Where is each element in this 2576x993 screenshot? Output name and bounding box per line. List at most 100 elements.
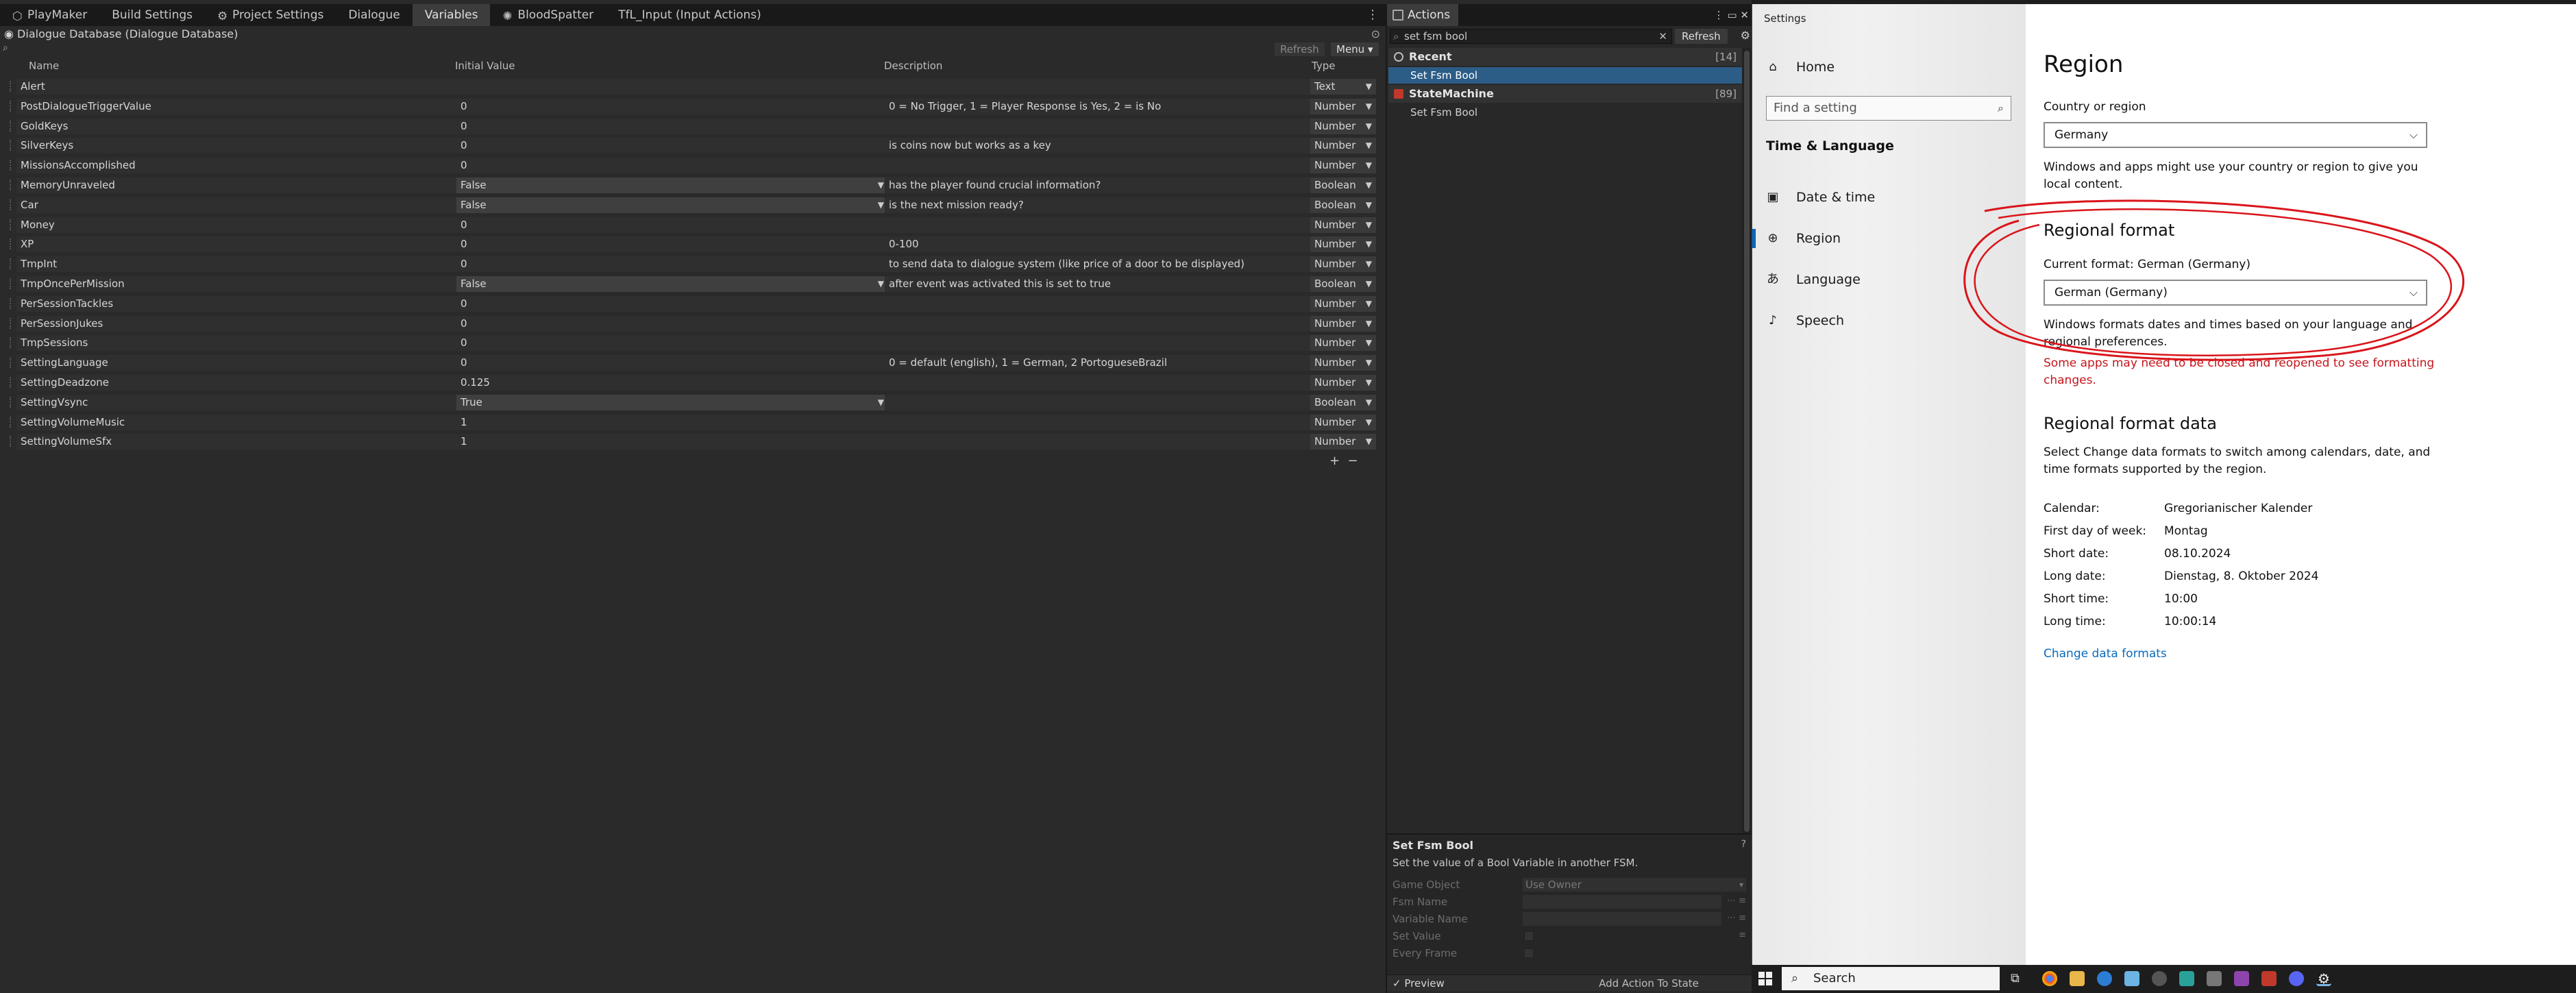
drag-handle-icon[interactable]	[10, 278, 15, 289]
scroll-thumb[interactable]	[1744, 51, 1750, 832]
drag-handle-icon[interactable]	[10, 179, 15, 191]
search-icon[interactable]: ⌕	[3, 42, 8, 53]
drag-handle-icon[interactable]	[10, 219, 15, 230]
field-options-icon[interactable]: ⋯ ≡	[1727, 913, 1746, 923]
fsm-name-input[interactable]	[1523, 895, 1721, 909]
action-list-scrollbar[interactable]	[1742, 48, 1752, 836]
variable-name-field[interactable]: SettingLanguage	[16, 355, 459, 371]
edge-icon[interactable]	[2097, 971, 2112, 986]
type-select[interactable]: Number ▼	[1310, 256, 1376, 273]
country-select[interactable]: Germany ⌵	[2044, 122, 2427, 148]
variable-name-field[interactable]: PerSessionJukes	[16, 315, 459, 332]
variable-name-field[interactable]: PostDialogueTriggerValue	[16, 98, 459, 114]
variable-name-field[interactable]: MemoryUnraveled	[16, 177, 459, 193]
drag-handle-icon[interactable]	[10, 81, 15, 92]
initial-value-field[interactable]: 0	[456, 295, 888, 312]
settings-gear-icon[interactable]: ⚙	[2316, 971, 2331, 986]
drag-handle-icon[interactable]	[10, 199, 15, 210]
nav-home[interactable]: ⌂ Home	[1752, 51, 2026, 84]
action-item-set-fsm-bool-recent[interactable]: Set Fsm Bool	[1388, 67, 1742, 84]
initial-value-field[interactable]: 0.125	[456, 374, 888, 391]
app-icon[interactable]	[2261, 971, 2277, 986]
app-icon[interactable]	[2124, 971, 2139, 986]
every-frame-checkbox[interactable]	[1524, 948, 1534, 958]
initial-value-field[interactable]: False ▼	[456, 177, 888, 193]
gear-icon[interactable]: ⚙	[1741, 29, 1750, 42]
drag-handle-icon[interactable]	[10, 160, 15, 171]
type-select[interactable]: Number ▼	[1310, 315, 1376, 332]
variable-name-field[interactable]: GoldKeys	[16, 118, 459, 134]
variable-name-field[interactable]: SilverKeys	[16, 138, 459, 154]
drag-handle-icon[interactable]	[10, 337, 15, 349]
initial-value-field[interactable]: 0	[456, 335, 888, 352]
drag-handle-icon[interactable]	[10, 396, 15, 408]
add-variable-icon[interactable]: +	[1329, 454, 1340, 468]
type-select[interactable]: Number ▼	[1310, 355, 1376, 371]
variable-name-field[interactable]: TmpSessions	[16, 335, 459, 352]
game-object-select[interactable]: Use Owner ▾	[1523, 878, 1746, 892]
type-select[interactable]: Number ▼	[1310, 335, 1376, 352]
drag-handle-icon[interactable]	[10, 120, 15, 132]
refresh-button[interactable]: Refresh	[1275, 42, 1325, 56]
drag-handle-icon[interactable]	[10, 297, 15, 309]
unity-hub-icon[interactable]	[2152, 971, 2167, 986]
table-row[interactable]: Alert Text ▼	[10, 77, 1379, 97]
nav-language[interactable]: あ Language	[1752, 263, 2026, 296]
initial-value-field[interactable]: 0	[456, 217, 888, 233]
action-search-input[interactable]: ⌕ set fsm bool ✕	[1390, 29, 1672, 44]
table-row[interactable]: PerSessionJukes 0 Number ▼	[10, 314, 1379, 334]
type-select[interactable]: Number ▼	[1310, 217, 1376, 233]
description-field[interactable]	[885, 158, 1315, 174]
nav-speech[interactable]: ♪ Speech	[1752, 304, 2026, 337]
set-value-checkbox[interactable]	[1524, 931, 1534, 941]
drag-handle-icon[interactable]	[10, 416, 15, 428]
description-field[interactable]: has the player found crucial information…	[885, 177, 1315, 193]
variable-name-field[interactable]: Money	[16, 217, 459, 233]
type-select[interactable]: Boolean ▼	[1310, 394, 1376, 410]
table-row[interactable]: SilverKeys 0 is coins now but works as a k…	[10, 136, 1379, 156]
description-field[interactable]: 0 = No Trigger, 1 = Player Response is Y…	[885, 98, 1315, 114]
initial-value-field[interactable]: False ▼	[456, 197, 888, 213]
drag-handle-icon[interactable]	[10, 436, 15, 448]
description-field[interactable]	[885, 414, 1315, 430]
initial-value-field[interactable]: True ▼	[456, 394, 888, 410]
variable-name-field[interactable]: SettingVolumeSfx	[16, 434, 459, 450]
description-field[interactable]	[885, 374, 1315, 391]
find-setting-input[interactable]: Find a setting ⌕	[1766, 96, 2011, 121]
description-field[interactable]	[885, 79, 1315, 95]
drag-handle-icon[interactable]	[10, 140, 15, 151]
type-select[interactable]: Boolean ▼	[1310, 197, 1376, 213]
initial-value-field[interactable]: 0	[456, 158, 888, 174]
description-field[interactable]	[885, 335, 1315, 352]
tab-tfl-input[interactable]: TfL_Input (Input Actions)	[606, 4, 774, 26]
description-field[interactable]: to send data to dialogue system (like pr…	[885, 256, 1315, 273]
table-row[interactable]: MissionsAccomplished 0 Number ▼	[10, 156, 1379, 175]
nav-date-time[interactable]: ▣ Date & time	[1752, 181, 2026, 214]
type-select[interactable]: Number ▼	[1310, 295, 1376, 312]
drag-handle-icon[interactable]	[10, 376, 15, 388]
actions-refresh-button[interactable]: Refresh	[1675, 29, 1728, 44]
drag-handle-icon[interactable]	[10, 317, 15, 329]
table-row[interactable]: GoldKeys 0 Number ▼	[10, 117, 1379, 136]
type-select[interactable]: Boolean ▼	[1310, 177, 1376, 193]
remove-variable-icon[interactable]: −	[1348, 454, 1358, 468]
initial-value-field[interactable]	[456, 79, 888, 95]
initial-value-field[interactable]: 1	[456, 434, 888, 450]
description-field[interactable]: 0-100	[885, 236, 1315, 253]
description-field[interactable]	[885, 394, 1315, 410]
taskbar-search[interactable]: ⌕ Search	[1782, 967, 2000, 990]
category-recent[interactable]: Recent [14]	[1388, 48, 1742, 66]
description-field[interactable]	[885, 217, 1315, 233]
variable-name-input[interactable]	[1523, 912, 1721, 926]
tab-project-settings[interactable]: ⚙ Project Settings	[205, 4, 336, 26]
app-icon[interactable]	[2179, 971, 2194, 986]
windows-start-icon[interactable]	[1758, 972, 1772, 985]
variable-name-field[interactable]: MissionsAccomplished	[16, 158, 459, 174]
type-select[interactable]: Number ▼	[1310, 138, 1376, 154]
type-select[interactable]: Number ▼	[1310, 434, 1376, 450]
type-select[interactable]: Number ▼	[1310, 158, 1376, 174]
tab-variables[interactable]: Variables	[412, 4, 491, 26]
tab-build-settings[interactable]: Build Settings	[99, 4, 205, 26]
clear-search-icon[interactable]: ✕	[1658, 29, 1667, 43]
kebab-menu-icon[interactable]: ⋮	[1366, 4, 1379, 26]
